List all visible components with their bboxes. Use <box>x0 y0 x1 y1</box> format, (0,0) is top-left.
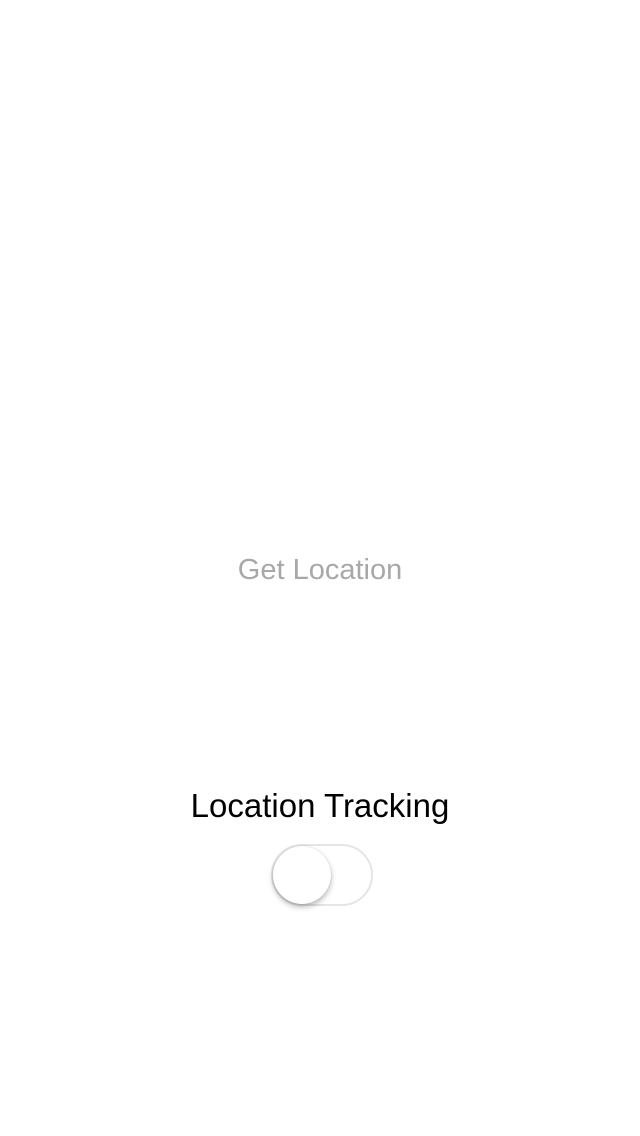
location-tracking-toggle[interactable] <box>271 844 373 906</box>
get-location-button[interactable]: Get Location <box>0 548 640 592</box>
toggle-knob <box>273 846 331 904</box>
location-tracking-label: Location Tracking <box>190 787 450 824</box>
app-screen: Get Location Location Tracking <box>0 0 640 1136</box>
